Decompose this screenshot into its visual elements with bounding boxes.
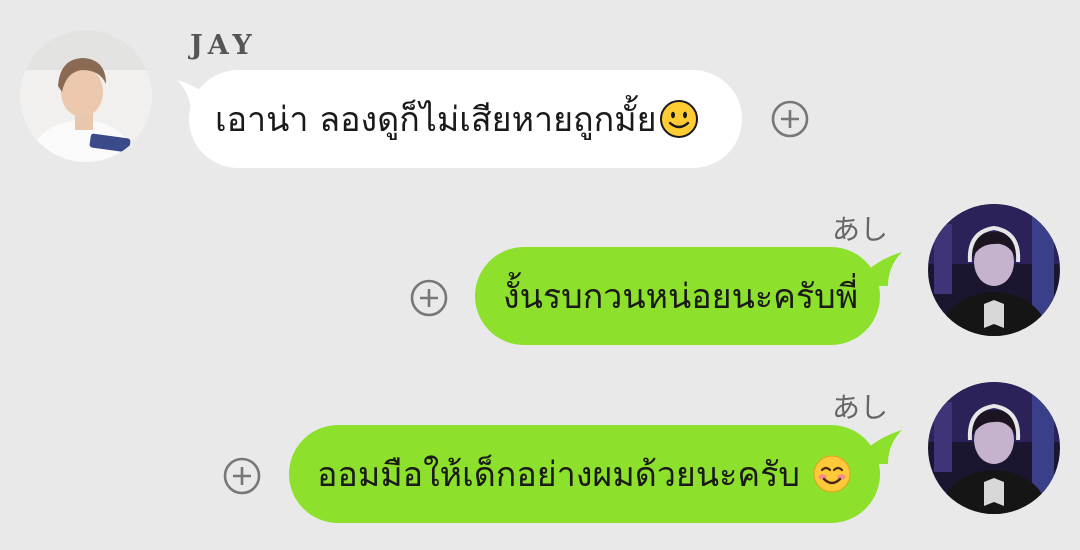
add-reaction-button[interactable]: [409, 278, 449, 318]
message-text: ออมมือให้เด็กอย่างผมด้วยนะครับ: [317, 455, 800, 495]
plus-circle-icon: [771, 100, 809, 138]
user-avatar[interactable]: [928, 382, 1060, 514]
message-text: เอาน่า ลองดูก็ไม่เสียหายถูกมั้ย: [215, 100, 657, 140]
incoming-message-bubble[interactable]: เอาน่า ลองดูก็ไม่เสียหายถูกมั้ย: [189, 70, 742, 168]
add-reaction-button[interactable]: [770, 99, 810, 139]
add-reaction-button[interactable]: [222, 456, 262, 496]
jay-avatar[interactable]: [20, 30, 152, 162]
plus-circle-icon: [223, 457, 261, 495]
outgoing-message-bubble[interactable]: ออมมือให้เด็กอย่างผมด้วยนะครับ: [289, 425, 880, 523]
smiling-face-blush-emoji: [812, 454, 852, 494]
nickname: あし: [832, 213, 889, 246]
message-text: งั้นรบกวนหน่อยนะครับพี่: [503, 277, 859, 317]
slightly-smiling-face-emoji: [659, 99, 699, 139]
outgoing-message-bubble[interactable]: งั้นรบกวนหน่อยนะครับพี่: [475, 247, 880, 345]
nickname: あし: [832, 391, 889, 424]
user-avatar[interactable]: [928, 204, 1060, 336]
plus-circle-icon: [410, 279, 448, 317]
chat-view: JAY เอาน่า ลองดูก็ไม่เสียหายถูกมั้ย あし ง…: [0, 0, 1080, 550]
sender-name: JAY: [190, 30, 257, 61]
